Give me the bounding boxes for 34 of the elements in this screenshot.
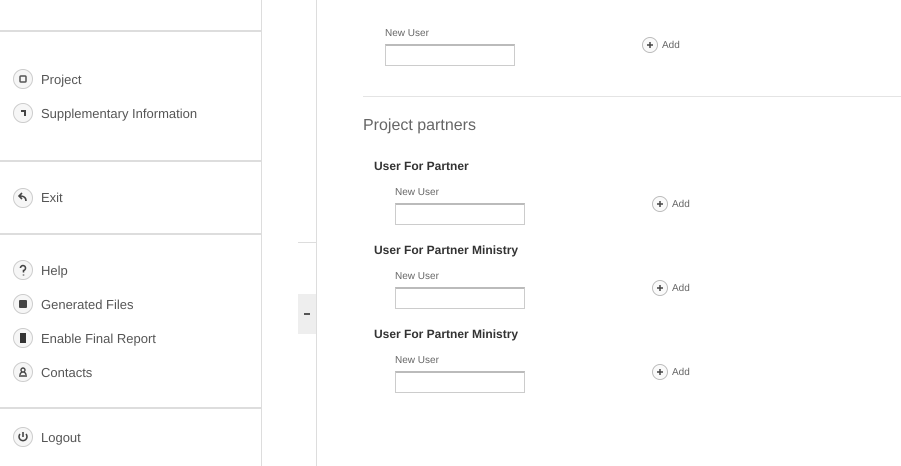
field-label: New User (395, 355, 440, 366)
add-button[interactable]: Add (651, 279, 690, 297)
sidebar-item[interactable]: Exit (12, 186, 261, 209)
input-field[interactable] (395, 287, 525, 309)
field-label: New User (385, 28, 430, 39)
field-label: New User (395, 271, 440, 282)
partner-heading: User For Partner (374, 159, 470, 173)
section-heading: Project partners (363, 117, 477, 135)
sidebar-item[interactable]: Logout (12, 426, 261, 448)
plus-circle-icon (641, 36, 659, 54)
power-icon (12, 426, 34, 448)
partner-heading: User For Partner Ministry (374, 327, 520, 341)
help-icon (12, 259, 34, 281)
partner-heading: User For Partner Ministry (374, 243, 520, 257)
add-button[interactable]: Add (651, 363, 690, 381)
add-button[interactable]: Add (641, 36, 680, 54)
sidebar-item[interactable]: Supplementary Information (12, 102, 261, 124)
sidebar-item[interactable]: Contacts (12, 361, 261, 383)
plus-circle-icon (651, 363, 669, 381)
input-field[interactable] (395, 371, 525, 393)
book-icon (12, 327, 34, 349)
input-field[interactable] (395, 203, 525, 225)
field-label: New User (395, 187, 440, 198)
sidebar-item[interactable]: Help (12, 259, 261, 281)
plus-circle-icon (651, 195, 669, 213)
sidebar-item[interactable]: Project (12, 68, 261, 90)
sidebar-item[interactable]: Enable Final Report (12, 327, 261, 349)
sidebar-item[interactable]: Generated Files (12, 293, 261, 315)
input-field[interactable] (385, 44, 515, 66)
plus-circle-icon (651, 279, 669, 297)
dash-icon (304, 313, 310, 315)
add-button[interactable]: Add (651, 195, 690, 213)
person-icon (12, 361, 34, 383)
collapse-toggle[interactable] (298, 294, 316, 334)
